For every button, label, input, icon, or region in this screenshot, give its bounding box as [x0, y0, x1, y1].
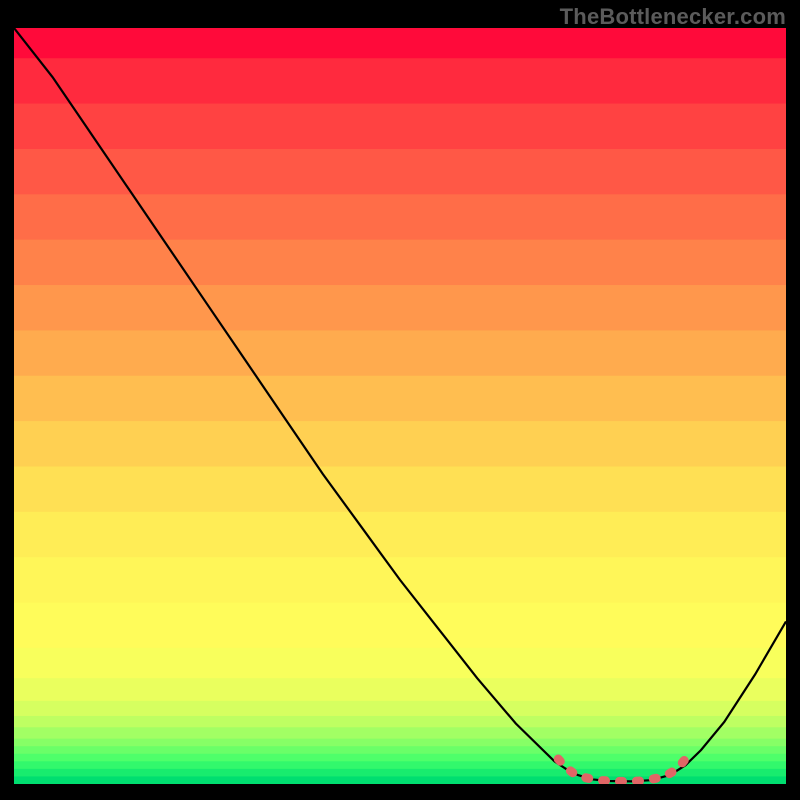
chart-svg	[14, 28, 786, 784]
watermark-text: TheBottlenecker.com	[560, 4, 786, 30]
plot-area	[14, 28, 786, 784]
background-bands	[14, 28, 786, 784]
